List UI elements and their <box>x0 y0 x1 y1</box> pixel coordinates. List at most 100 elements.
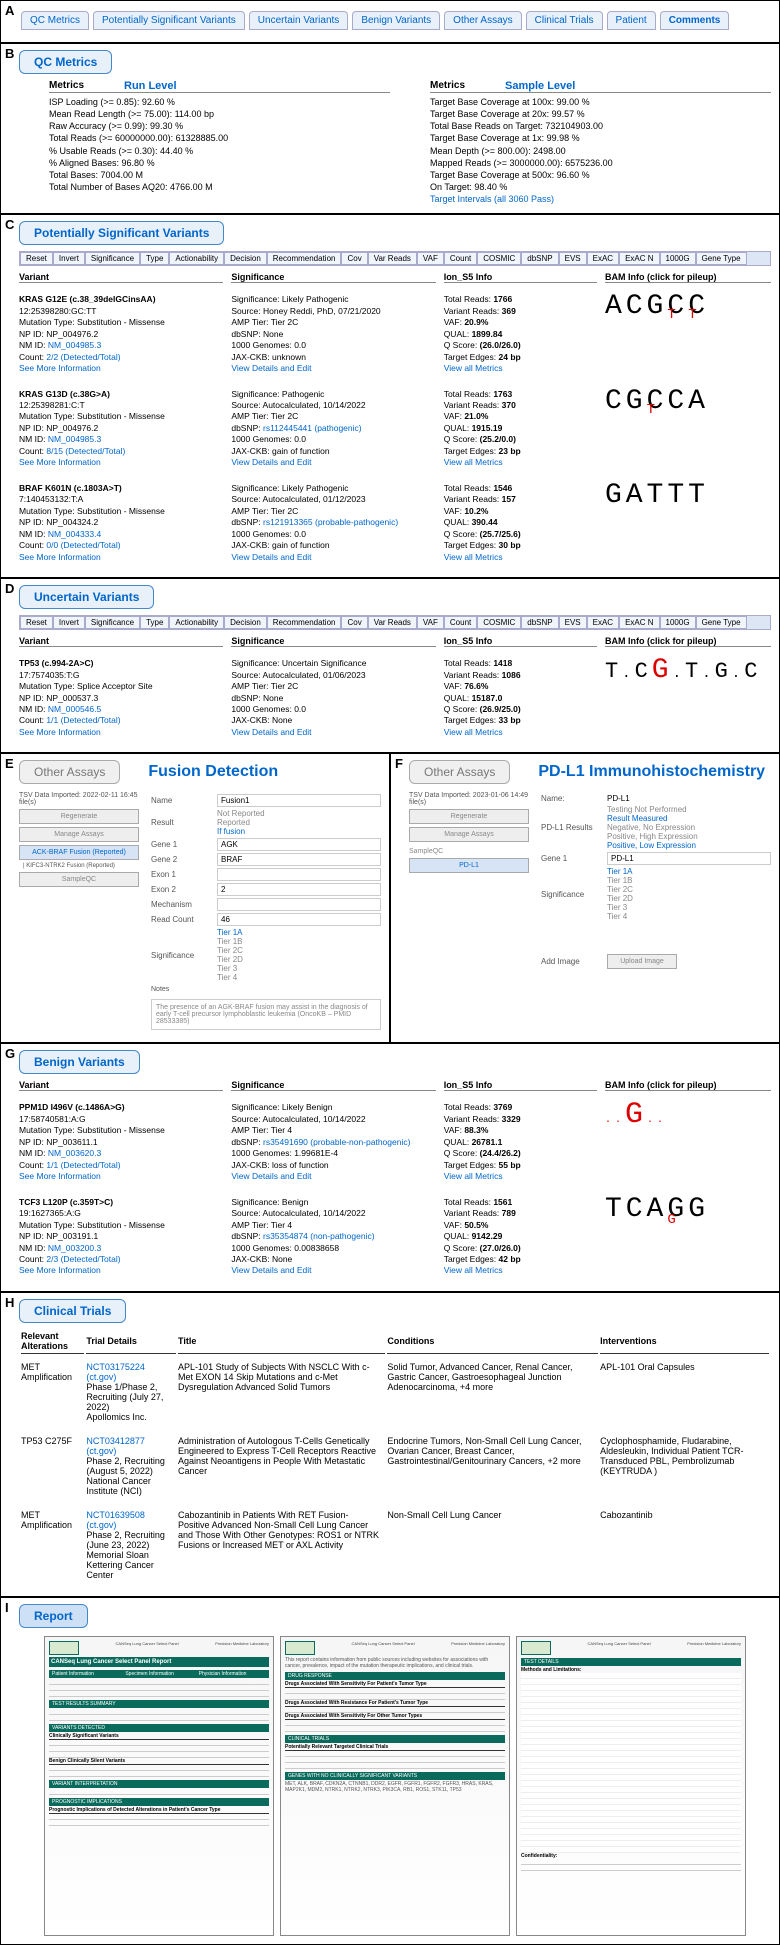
pdl1-regen[interactable]: Regenerate <box>409 809 529 824</box>
bv2-dbsnp[interactable]: rs35354874 (non-pathogenic) <box>263 1231 375 1241</box>
psv2-count[interactable]: 8/15 (Detected/Total) <box>46 446 125 456</box>
tab-qc[interactable]: QC Metrics <box>21 11 89 30</box>
filter-cosmic[interactable]: COSMIC <box>477 252 521 265</box>
fusion-gene1[interactable] <box>217 838 381 851</box>
bv2-more[interactable]: See More Information <box>19 1265 223 1276</box>
psv2-bam[interactable]: CGCTCA <box>605 389 771 475</box>
uv1-bam[interactable]: T.CG.T.G.C <box>605 658 771 744</box>
report-page-1: CANSeq Lung Cancer Select PanelPrecision… <box>44 1636 274 1936</box>
filter-exacn[interactable]: ExAC N <box>619 252 659 265</box>
fusion-exon1[interactable] <box>217 868 381 881</box>
filter-dbsnp[interactable]: dbSNP <box>521 252 558 265</box>
pdl1-upload[interactable]: Upload Image <box>607 954 677 969</box>
fusion-gene2[interactable] <box>217 853 381 866</box>
psv1-metrics[interactable]: View all Metrics <box>444 363 597 374</box>
psv2-metrics[interactable]: View all Metrics <box>444 457 597 468</box>
psv3-count[interactable]: 0/0 (Detected/Total) <box>46 540 120 550</box>
uv1-metrics[interactable]: View all Metrics <box>444 727 597 738</box>
psv3-more[interactable]: See More Information <box>19 552 223 563</box>
tab-ct[interactable]: Clinical Trials <box>526 11 603 30</box>
samp-md: Mean Depth (>= 800.00): 2498.00 <box>430 145 771 157</box>
tab-bv[interactable]: Benign Variants <box>352 11 440 30</box>
uv1-count[interactable]: 1/1 (Detected/Total) <box>46 715 120 725</box>
uv1-nm[interactable]: NM_000546.5 <box>48 704 101 714</box>
filter-exac[interactable]: ExAC <box>587 252 619 265</box>
bv1-metrics[interactable]: View all Metrics <box>444 1171 597 1182</box>
tab-psv[interactable]: Potentially Significant Variants <box>93 11 245 30</box>
psv1-nm[interactable]: NM_004985.3 <box>48 340 101 350</box>
pdl1-gene1[interactable] <box>607 852 771 865</box>
fusion-manage[interactable]: Manage Assays <box>19 827 139 842</box>
filter-vr[interactable]: Var Reads <box>368 252 417 265</box>
psv2-more[interactable]: See More Information <box>19 457 223 468</box>
psv1-edit[interactable]: View Details and Edit <box>231 363 435 374</box>
filter-dec[interactable]: Decision <box>224 252 267 265</box>
trial3-nct[interactable]: NCT01639508 (ct.gov) <box>86 1510 170 1530</box>
filter-gt[interactable]: Gene Type <box>696 252 747 265</box>
fusion-tab[interactable]: ACK-BRAF Fusion (Reported) <box>19 845 139 860</box>
run-usable: % Usable Reads (>= 0.30): 44.40 % <box>49 145 390 157</box>
uv1-edit[interactable]: View Details and Edit <box>231 727 435 738</box>
psv3-dbsnp[interactable]: rs121913365 (probable-pathogenic) <box>263 517 398 527</box>
run-tot: Total Reads (>= 60000000.00): 61328885.0… <box>49 132 390 144</box>
fusion-name-input[interactable] <box>217 794 381 807</box>
bv2-bam[interactable]: TCAGGG <box>605 1197 771 1283</box>
filter-type[interactable]: Type <box>140 252 169 265</box>
trial2-nct[interactable]: NCT03412877 (ct.gov) <box>86 1436 170 1456</box>
bv1-edit[interactable]: View Details and Edit <box>231 1171 435 1182</box>
letter-h: H <box>5 1295 14 1310</box>
run-tb: Total Bases: 7004.00 M <box>49 169 390 181</box>
fusion-qc[interactable]: SampleQC <box>19 872 139 887</box>
uv1-more[interactable]: See More Information <box>19 727 223 738</box>
psv3-nm[interactable]: NM_004333.4 <box>48 529 101 539</box>
psv2-dbsnp[interactable]: rs112445441 (pathogenic) <box>263 423 362 433</box>
fusion-reads[interactable] <box>217 913 381 926</box>
tab-uv[interactable]: Uncertain Variants <box>249 11 349 30</box>
psv1-bam[interactable]: ACGCTCT <box>605 294 771 380</box>
pdl1-tab[interactable]: PD-L1 <box>409 858 529 873</box>
pdl1-manage[interactable]: Manage Assays <box>409 827 529 842</box>
psv3-metrics[interactable]: View all Metrics <box>444 552 597 563</box>
trial1-nct[interactable]: NCT03175224 (ct.gov) <box>86 1362 170 1382</box>
filter-evs[interactable]: EVS <box>559 252 587 265</box>
samp-t20: Target Base Coverage at 20x: 99.57 % <box>430 108 771 120</box>
psv3-bam[interactable]: GATTT <box>605 483 771 569</box>
fusion-exon2[interactable] <box>217 883 381 896</box>
psv2-nm[interactable]: NM_004985.3 <box>48 434 101 444</box>
filter-rec[interactable]: Recommendation <box>267 252 342 265</box>
fusion-regen[interactable]: Regenerate <box>19 809 139 824</box>
panel-i: I Report CANSeq Lung Cancer Select Panel… <box>0 1597 780 1945</box>
filter-vaf[interactable]: VAF <box>417 252 444 265</box>
bv2-nm[interactable]: NM_003200.3 <box>48 1243 101 1253</box>
bv2-metrics[interactable]: View all Metrics <box>444 1265 597 1276</box>
bv1-nm[interactable]: NM_003620.3 <box>48 1148 101 1158</box>
psv2-title: KRAS G13D (c.38G>A) <box>19 389 223 400</box>
psv2-edit[interactable]: View Details and Edit <box>231 457 435 468</box>
psv1-more[interactable]: See More Information <box>19 363 223 374</box>
filter-cov[interactable]: Cov <box>341 252 367 265</box>
psv1-count[interactable]: 2/2 (Detected/Total) <box>46 352 120 362</box>
fusion-mech[interactable] <box>217 898 381 911</box>
tab-cm[interactable]: Comments <box>660 11 730 30</box>
report-page-2: CANSeq Lung Cancer Select PanelPrecision… <box>280 1636 510 1936</box>
panel-h: H Clinical Trials Relevant AlterationsTr… <box>0 1292 780 1597</box>
samp-ti[interactable]: Target Intervals (all 3060 Pass) <box>430 193 771 205</box>
bv1-count[interactable]: 1/1 (Detected/Total) <box>46 1160 120 1170</box>
bv2-edit[interactable]: View Details and Edit <box>231 1265 435 1276</box>
filter-invert[interactable]: Invert <box>53 252 85 265</box>
sample-level: Sample Level <box>505 80 575 92</box>
bv1-bam[interactable]: ..G.. <box>605 1102 771 1188</box>
tab-pt[interactable]: Patient <box>607 11 656 30</box>
filter-1000g[interactable]: 1000G <box>660 252 696 265</box>
filter-sig[interactable]: Significance <box>85 252 140 265</box>
panel-a: A QC Metrics Potentially Significant Var… <box>0 0 780 43</box>
bv2-count[interactable]: 2/3 (Detected/Total) <box>46 1254 120 1264</box>
tab-oa[interactable]: Other Assays <box>444 11 521 30</box>
bv1-more[interactable]: See More Information <box>19 1171 223 1182</box>
panel-b: B QC Metrics MetricsRun Level ISP Loadin… <box>0 43 780 214</box>
psv3-edit[interactable]: View Details and Edit <box>231 552 435 563</box>
bv1-dbsnp[interactable]: rs35491690 (probable-non-pathogenic) <box>263 1137 410 1147</box>
filter-reset[interactable]: Reset <box>20 252 53 265</box>
filter-count[interactable]: Count <box>444 252 477 265</box>
filter-act[interactable]: Actionability <box>169 252 224 265</box>
